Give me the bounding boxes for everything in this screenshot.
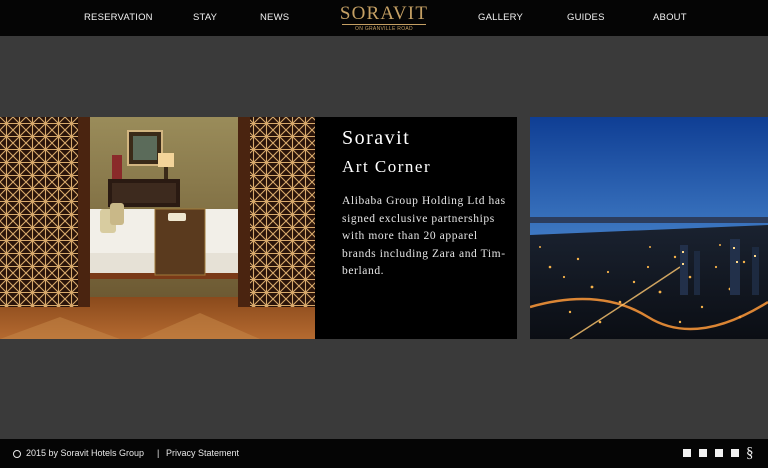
footer-bar: 2015 by Soravit Hotels Group | Privacy S… — [0, 439, 768, 468]
logo-divider — [342, 24, 426, 25]
feature-title: Soravit — [342, 127, 411, 149]
nav-about[interactable]: ABOUT — [653, 12, 687, 23]
slide-indicator-3[interactable] — [715, 449, 723, 457]
soravit-logo[interactable]: SORAVIT ON GRANVILLE ROAD — [336, 3, 432, 33]
privacy-statement-link[interactable]: Privacy Statement — [166, 448, 239, 459]
copyright-text: 2015 by Soravit Hotels Group — [26, 448, 145, 458]
copyright-circle-icon — [13, 450, 21, 458]
logo-tagline: ON GRANVILLE ROAD — [355, 26, 413, 32]
feature-subtitle: Art Corner — [342, 157, 432, 176]
nav-stay[interactable]: STAY — [193, 12, 217, 23]
nav-reservation[interactable]: RESERVATION — [84, 12, 153, 23]
nav-guides[interactable]: GUIDES — [567, 12, 605, 23]
logo-wordmark: SORAVIT — [339, 3, 429, 24]
nav-gallery[interactable]: GALLERY — [478, 12, 523, 23]
section-menu-icon[interactable]: § — [746, 444, 754, 462]
city-night-photo[interactable] — [530, 117, 768, 339]
bedroom-photo[interactable] — [0, 117, 315, 339]
feature-description: Alibaba Group Holding Ltd has signed exc… — [342, 195, 506, 277]
nav-news[interactable]: NEWS — [260, 12, 289, 23]
top-navigation-bar: RESERVATION STAY NEWS SORAVIT ON GRANVIL… — [0, 0, 768, 36]
slide-indicator-2[interactable] — [699, 449, 707, 457]
slide-indicator-1[interactable] — [683, 449, 691, 457]
slide-indicator-4[interactable] — [731, 449, 739, 457]
feature-card: Soravit Art Corner Alibaba Group Holding… — [315, 117, 517, 339]
footer-separator: | — [157, 448, 160, 458]
